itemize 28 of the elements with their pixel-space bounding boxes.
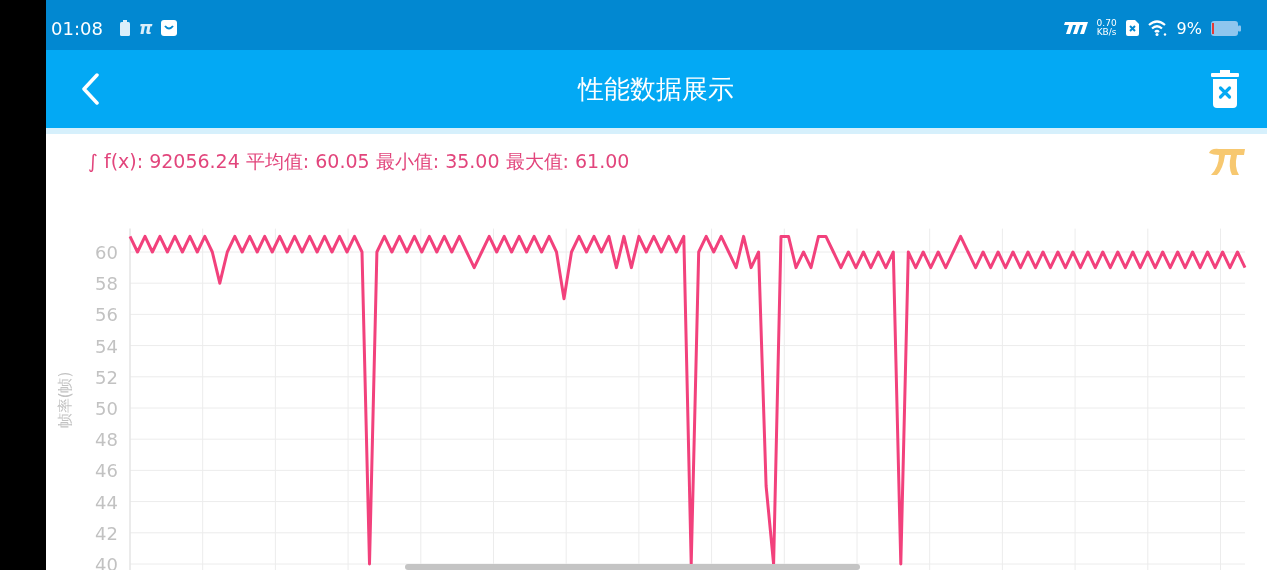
y-tick-label: 52 <box>95 366 118 388</box>
y-tick-label: 46 <box>95 460 118 482</box>
y-tick-label: 44 <box>95 491 118 513</box>
page-title: 性能数据展示 <box>577 72 734 106</box>
battery-percent: 9% <box>1176 18 1202 38</box>
y-tick-label: 48 <box>95 429 118 451</box>
scrollbar[interactable] <box>405 564 860 570</box>
carrier-logo-icon <box>1061 22 1088 34</box>
y-axis-title: 帧率(帧) <box>56 371 74 429</box>
y-tick-label: 60 <box>95 242 118 263</box>
speed-unit: KB/s <box>1096 28 1117 37</box>
mail-app-icon <box>161 20 178 36</box>
y-tick-label: 56 <box>95 304 118 326</box>
trash-icon <box>1211 70 1239 108</box>
floating-pi-logo-icon[interactable] <box>1207 147 1247 177</box>
y-tick-label: 58 <box>95 273 118 295</box>
speed-value: 0.70 <box>1096 19 1117 28</box>
no-sim-icon <box>1125 20 1139 36</box>
pi-icon: π <box>138 18 153 38</box>
y-tick-label: 50 <box>95 398 118 419</box>
clock-time: 01:08 <box>51 17 103 39</box>
y-tick-label: 42 <box>95 522 118 544</box>
y-tick-label: 54 <box>95 335 118 357</box>
wifi-icon <box>1147 20 1168 36</box>
battery-saver-icon <box>119 20 130 36</box>
battery-icon <box>1211 20 1241 36</box>
back-icon <box>80 73 100 105</box>
stats-summary: ∫ f(x): 92056.24 平均值: 60.05 最小值: 35.00 最大值: 61.00 <box>88 149 630 174</box>
